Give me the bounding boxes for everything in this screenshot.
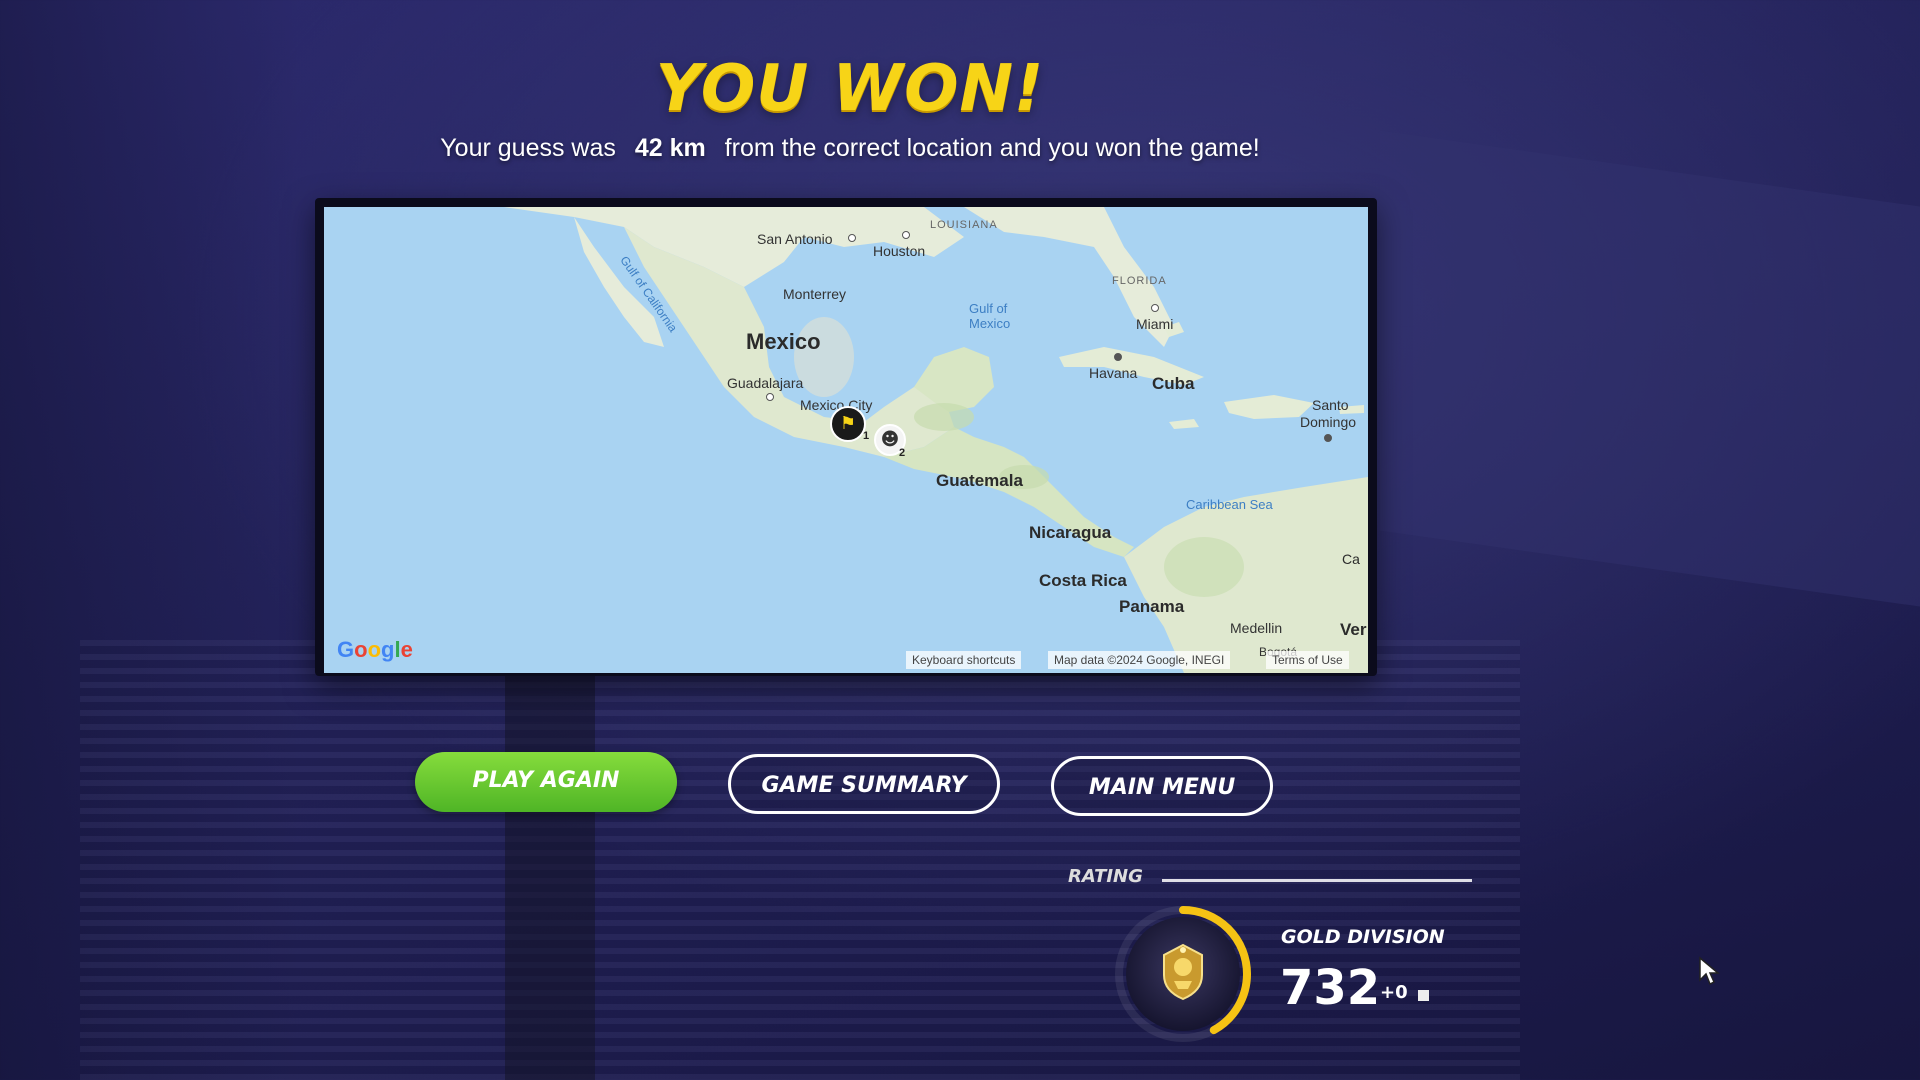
map-label-guadalajara: Guadalajara — [727, 375, 804, 391]
map-label-cuba: Cuba — [1152, 374, 1195, 393]
google-logo: Google — [337, 637, 413, 662]
keyboard-shortcuts-link[interactable]: Keyboard shortcuts — [906, 651, 1022, 669]
result-title: YOU WON! — [655, 52, 1045, 126]
city-dot — [848, 234, 856, 242]
city-dot — [766, 393, 774, 401]
map-label-ca-partial: Ca — [1342, 551, 1360, 567]
city-dot — [1151, 304, 1159, 312]
map-label-florida: FLORIDA — [1112, 275, 1167, 287]
game-summary-button[interactable]: GAME SUMMARY — [728, 754, 1000, 814]
division-name: GOLD DIVISION — [1281, 926, 1445, 948]
santo-domingo-line1: Santo — [1312, 397, 1349, 413]
play-again-button[interactable]: PLAY AGAIN — [415, 752, 677, 812]
subtitle-suffix: from the correct location and you won th… — [724, 134, 1260, 162]
avatar-icon: ☻ — [880, 429, 900, 450]
map-data-attribution: Map data ©2024 Google, INEGI — [1048, 651, 1231, 669]
rating-indicator — [1418, 990, 1429, 1001]
gold-division-badge-icon — [1163, 943, 1203, 1001]
city-dot — [902, 231, 910, 239]
map-label-caribbean-sea: Caribbean Sea — [1186, 497, 1273, 512]
result-map-frame: LOUISIANA FLORIDA San Antonio Houston Mo… — [315, 198, 1377, 676]
gulf-of-mexico-line2: Mexico — [969, 316, 1011, 331]
map-label-havana: Havana — [1089, 365, 1138, 381]
map-label-ve-partial: Ver — [1340, 620, 1367, 639]
main-menu-button[interactable]: MAIN MENU — [1051, 756, 1273, 816]
map-label-costa-rica: Costa Rica — [1039, 571, 1127, 590]
city-dot — [1324, 434, 1332, 442]
rating-divider — [1162, 879, 1472, 882]
division-badge — [1112, 903, 1254, 1045]
rating-label: RATING — [1068, 866, 1143, 887]
santo-domingo-line2: Domingo — [1300, 414, 1357, 430]
map-label-mexico: Mexico — [746, 329, 821, 354]
marker-1-label: 1 — [863, 430, 870, 442]
map-label-santo-domingo: Santo Domingo — [1300, 397, 1356, 431]
result-map[interactable]: LOUISIANA FLORIDA San Antonio Houston Mo… — [324, 207, 1368, 673]
map-label-guatemala: Guatemala — [936, 471, 1023, 490]
subtitle-prefix: Your guess was — [440, 134, 616, 162]
mouse-cursor-icon — [1699, 956, 1720, 986]
map-label-panama: Panama — [1119, 597, 1185, 616]
map-label-houston: Houston — [873, 243, 926, 259]
map-label-medellin: Medellin — [1230, 620, 1283, 636]
rating-delta: +0 — [1380, 982, 1408, 1003]
rating-value: 732 — [1280, 960, 1381, 1016]
guess-distance: 42 km — [634, 134, 706, 162]
map-label-miami: Miami — [1136, 316, 1174, 332]
city-dot — [1114, 353, 1122, 361]
terms-of-use-link[interactable]: Terms of Use — [1266, 651, 1349, 669]
map-label-monterrey: Monterrey — [783, 286, 847, 302]
flag-icon: ⚑ — [839, 413, 857, 434]
map-label-nicaragua: Nicaragua — [1029, 523, 1112, 542]
background-sign — [1380, 130, 1920, 610]
map-label-gulf-of-mexico: Gulf of Mexico — [969, 301, 1010, 331]
gulf-of-mexico-line1: Gulf of — [969, 301, 1008, 316]
marker-2-label: 2 — [899, 447, 906, 459]
map-label-san-antonio: San Antonio — [757, 231, 833, 247]
map-label-louisiana: LOUISIANA — [930, 219, 998, 231]
result-subtitle: Your guess was 42 km from the correct lo… — [0, 134, 1700, 163]
correct-location-marker[interactable]: ⚑ — [830, 406, 866, 442]
